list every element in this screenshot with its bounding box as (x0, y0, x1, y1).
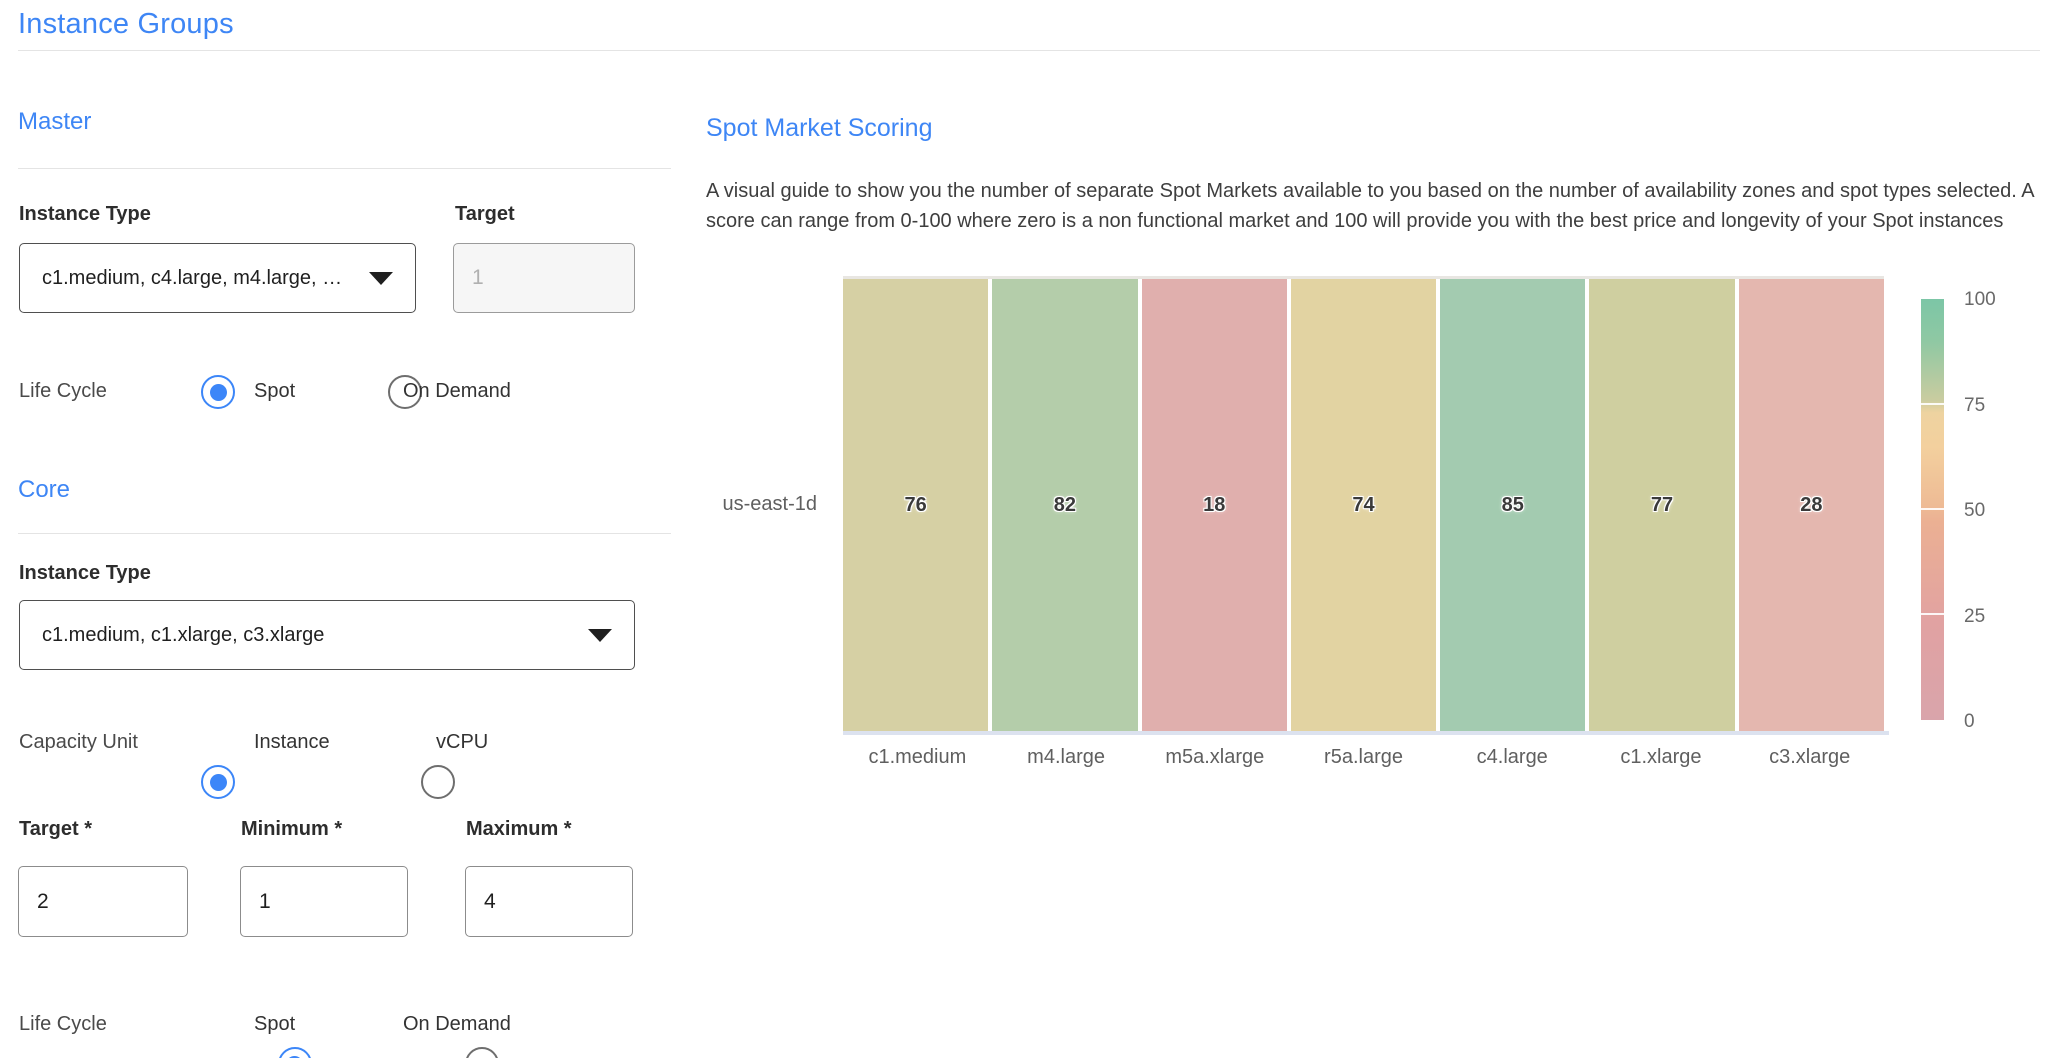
heatmap-cell-c3.xlarge[interactable]: 28 (1739, 279, 1884, 731)
core-radio-instance-label: Instance (254, 731, 330, 754)
heatmap-cells: 76 82 18 74 85 77 28 (843, 279, 1884, 731)
legend-tick-label: 75 (1964, 394, 1996, 418)
legend-tick-label: 0 (1964, 710, 1996, 734)
core-radio-on-demand-label: On Demand (403, 1013, 511, 1036)
heatmap-x-labels: c1.mediumm4.largem5a.xlarger5a.largec4.l… (843, 746, 1884, 769)
master-instance-type-label: Instance Type (19, 203, 151, 226)
core-minimum-input[interactable]: 1 (240, 866, 408, 937)
scoring-description: A visual guide to show you the number of… (706, 176, 2046, 236)
core-maximum-input[interactable]: 4 (465, 866, 633, 937)
core-radio-on-demand[interactable] (465, 1047, 499, 1058)
core-instance-type-label: Instance Type (19, 562, 151, 585)
legend-tick-labels: 100 75 50 25 0 (1964, 288, 1996, 734)
heatmap-bottom-border (843, 731, 1889, 735)
core-section: Core Instance Type c1.medium, c1.xlarge,… (0, 39, 2058, 78)
heatmap-x-label: c3.xlarge (1735, 746, 1884, 769)
master-radio-spot-label: Spot (254, 380, 295, 403)
legend-tick-label: 25 (1964, 605, 1996, 629)
heatmap-x-label: m4.large (992, 746, 1141, 769)
master-divider (18, 168, 671, 169)
heatmap-cell-value: 85 (1502, 494, 1524, 517)
core-instance-type-select[interactable]: c1.medium, c1.xlarge, c3.xlarge (19, 600, 635, 670)
page-title: Instance Groups (18, 8, 234, 41)
legend-separator (1921, 613, 1944, 615)
chevron-down-icon (588, 629, 612, 642)
heatmap-cell-c4.large[interactable]: 85 (1440, 279, 1585, 731)
master-radio-on-demand-label: On Demand (403, 380, 511, 403)
master-instance-type-value: c1.medium, c4.large, m4.large, … (42, 267, 342, 290)
heatmap-row-label: us-east-1d (640, 493, 817, 516)
heatmap-x-label: c4.large (1438, 746, 1587, 769)
heatmap-cell-value: 77 (1651, 494, 1673, 517)
core-radio-vcpu[interactable] (421, 765, 455, 799)
heatmap-cell-value: 28 (1800, 494, 1822, 517)
core-minimum-label: Minimum * (241, 818, 342, 841)
core-divider (18, 533, 671, 534)
heatmap-cell-c1.xlarge[interactable]: 77 (1589, 279, 1734, 731)
heatmap-cell-m4.large[interactable]: 82 (992, 279, 1137, 731)
core-target-input[interactable]: 2 (18, 866, 188, 937)
core-target-value: 2 (37, 890, 49, 914)
master-section: Master Instance Type Target c1.medium, c… (0, 0, 2058, 39)
core-heading: Core (18, 476, 70, 504)
master-target-input[interactable]: 1 (453, 243, 635, 313)
heatmap-cell-r5a.large[interactable]: 74 (1291, 279, 1436, 731)
heatmap-x-label: m5a.xlarge (1140, 746, 1289, 769)
legend-tick-label: 50 (1964, 499, 1996, 523)
heatmap-cell-value: 76 (905, 494, 927, 517)
heatmap-x-label: c1.medium (843, 746, 992, 769)
legend-color-bar (1921, 299, 1944, 720)
heatmap-cell-value: 82 (1054, 494, 1076, 517)
heatmap-cell-value: 74 (1352, 494, 1374, 517)
master-instance-type-select[interactable]: c1.medium, c4.large, m4.large, … (19, 243, 416, 313)
heatmap-cell-c1.medium[interactable]: 76 (843, 279, 988, 731)
core-target-label: Target * (19, 818, 92, 841)
heatmap-x-label: c1.xlarge (1587, 746, 1736, 769)
legend-tick-label: 100 (1964, 288, 1996, 312)
core-radio-instance[interactable] (201, 765, 235, 799)
heatmap-x-label: r5a.large (1289, 746, 1438, 769)
header-divider (18, 50, 2040, 51)
core-life-cycle-label: Life Cycle (19, 1013, 107, 1036)
core-minimum-value: 1 (259, 890, 271, 914)
master-target-value: 1 (472, 266, 484, 290)
core-radio-spot-label: Spot (254, 1013, 295, 1036)
master-heading: Master (18, 108, 91, 136)
core-radio-spot[interactable] (278, 1047, 312, 1058)
core-capacity-unit-label: Capacity Unit (19, 731, 138, 754)
core-maximum-label: Maximum * (466, 818, 572, 841)
chevron-down-icon (369, 272, 393, 285)
core-maximum-value: 4 (484, 890, 496, 914)
master-radio-spot[interactable] (201, 375, 235, 409)
master-life-cycle-label: Life Cycle (19, 380, 107, 403)
legend-separator (1921, 403, 1944, 405)
master-target-label: Target (455, 203, 515, 226)
scoring-heading: Spot Market Scoring (706, 114, 933, 143)
core-instance-type-value: c1.medium, c1.xlarge, c3.xlarge (42, 624, 324, 647)
heatmap-cell-value: 18 (1203, 494, 1225, 517)
core-radio-vcpu-label: vCPU (436, 731, 488, 754)
instance-groups-page: Instance Groups Master Instance Type Tar… (0, 0, 2058, 1058)
legend-separator (1921, 508, 1944, 510)
heatmap-cell-m5a.xlarge[interactable]: 18 (1142, 279, 1287, 731)
